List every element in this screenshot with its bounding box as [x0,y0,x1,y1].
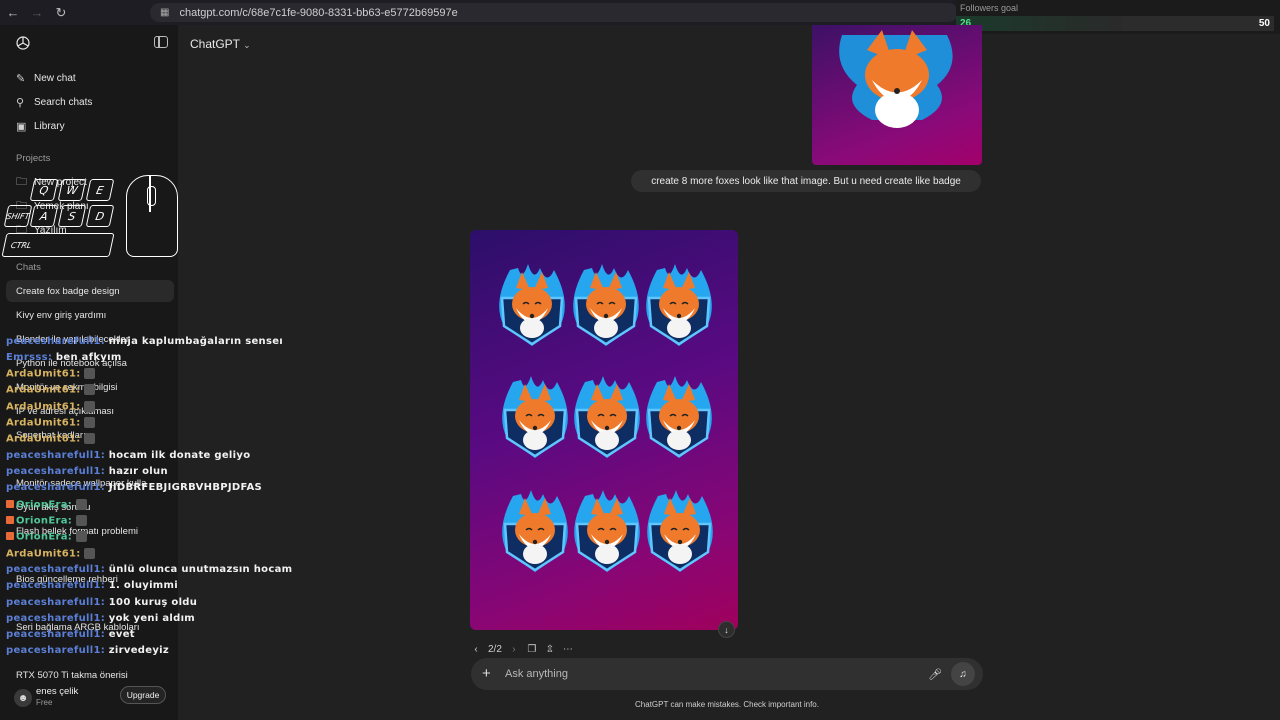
chat-item-active[interactable]: Create fox badge design [6,280,174,302]
chats-heading: Chats [16,262,41,273]
sidebar-header [0,25,178,61]
key-w: W [57,179,87,201]
search-chats-button[interactable]: ⚲ Search chats [6,91,174,113]
prompt-input[interactable] [505,664,885,684]
chat-item[interactable]: Monitör ve sekme bilgisi [6,376,174,398]
key-shift: SHIFT [3,205,33,227]
copy-icon[interactable]: ❐ [526,644,538,655]
avatar[interactable]: ☻ [14,689,32,707]
message-actions: ‹ 2/2 › ❐ ⇫ ⋯ [470,641,574,657]
chevron-right-icon[interactable]: › [508,644,520,655]
user-name: enes çelik [36,686,79,697]
key-d: D [85,205,115,227]
library-label: Library [34,120,65,132]
model-title: ChatGPT [190,37,240,51]
scroll-down-button[interactable]: ↓ [718,621,735,638]
openai-logo-icon[interactable] [14,34,32,52]
generated-image[interactable] [470,230,738,630]
key-ctrl: CTRL [1,233,115,257]
sidebar-toggle-icon[interactable] [154,36,168,48]
model-selector[interactable]: ChatGPT ⌄ [190,37,251,51]
pager-label: 2/2 [488,643,502,655]
chat-item[interactable]: Oyun akış sorunu [6,496,174,518]
microphone-icon[interactable]: 🎤︎ [928,666,942,682]
site-info-icon[interactable]: ▦ [160,7,169,18]
keyboard-overlay: Q W E SHIFT A S D CTRL [1,175,182,263]
chat-item[interactable]: Monitör sadece wallpaper kulla [6,472,174,494]
more-options-icon[interactable]: ⋯ [562,644,574,655]
key-e: E [85,179,115,201]
user-account-row[interactable]: ☻ enes çelik Free Upgrade [0,680,178,720]
disclaimer-text: ChatGPT can make mistakes. Check importa… [635,700,819,709]
upgrade-button[interactable]: Upgrade [120,686,166,704]
key-a: A [29,205,59,227]
previous-fox-image[interactable] [812,25,982,165]
user-plan: Free [36,698,53,707]
user-message-bubble: create 8 more foxes look like that image… [631,170,981,192]
edit-icon: ✎ [16,72,26,85]
key-q: Q [29,179,59,201]
voice-mode-button[interactable]: ♫ [951,662,975,686]
sidebar: ✎ New chat ⚲ Search chats ▣ Library Proj… [0,25,178,720]
chat-item[interactable]: Blender ile yapılabilecekler [6,328,174,350]
chat-item[interactable]: Bios güncelleme rehberi [6,568,174,590]
chat-item[interactable]: IP ve adresi açıklaması [6,400,174,422]
new-chat-button[interactable]: ✎ New chat [6,67,174,89]
share-icon[interactable]: ⇫ [544,644,556,655]
chevron-left-icon[interactable]: ‹ [470,644,482,655]
library-button[interactable]: ▣ Library [6,115,174,137]
address-bar[interactable]: ▦ chatgpt.com/c/68e7c1fe-9080-8331-bb63-… [150,3,958,22]
search-icon: ⚲ [16,96,25,109]
chat-item[interactable]: Sonerbat kodları [6,424,174,446]
chat-item[interactable]: Flash bellek formatı problemi [6,520,174,542]
search-chats-label: Search chats [34,96,93,108]
fox-badges-image [497,262,715,574]
url-text: chatgpt.com/c/68e7c1fe-9080-8331-bb63-e5… [179,6,458,19]
chat-item[interactable]: Kivy env giriş yardımı [6,304,174,326]
chat-item[interactable]: Seri bağlama ARGB kabloları [6,616,174,638]
chat-item[interactable]: Python ile notebook açılsa [6,352,174,374]
new-chat-label: New chat [34,72,76,84]
reload-icon[interactable]: ↻ [50,2,72,24]
back-arrow-icon[interactable]: ← [2,2,24,24]
followers-goal-title: Followers goal [960,3,1019,13]
fox-mascot-icon [839,30,953,128]
composer: + 🎤︎ ♫ [471,658,983,690]
key-s: S [57,205,87,227]
mouse-overlay-icon [126,175,178,257]
forward-arrow-icon[interactable]: → [26,2,48,24]
library-icon: ▣ [16,120,27,133]
chat-main: ChatGPT ⌄ create 8 more foxes look like … [178,25,1280,720]
chevron-down-icon: ⌄ [243,40,251,50]
plus-icon[interactable]: + [482,665,491,682]
projects-heading: Projects [16,153,51,164]
